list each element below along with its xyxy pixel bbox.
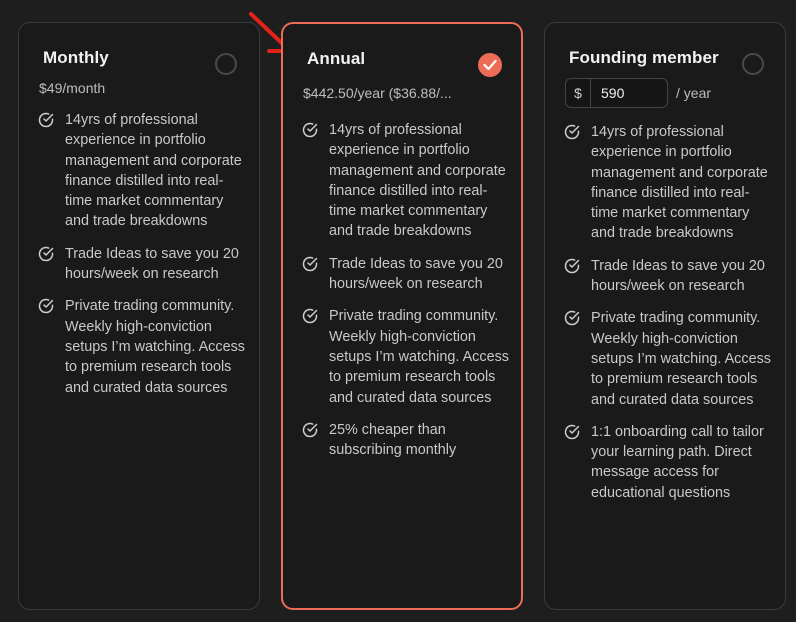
checkmark-icon (483, 59, 497, 71)
feature-item: 14yrs of professional experience in port… (563, 122, 775, 244)
check-circle-icon (302, 122, 318, 138)
feature-text: Private trading community. Weekly high-c… (329, 308, 509, 406)
check-circle-icon (564, 424, 580, 440)
plan-card-annual[interactable]: Annual $442.50/year ($36.88/... 14yrs of… (281, 22, 523, 610)
pricing-plans: Monthly $49/month 14yrs of professional … (0, 0, 796, 622)
check-circle-icon (38, 299, 54, 314)
feature-item: Trade Ideas to save you 20 hours/week on… (301, 254, 511, 295)
feature-item: 1:1 onboarding call to tailor your learn… (563, 422, 775, 503)
feature-item: Private trading community. Weekly high-c… (301, 306, 511, 407)
feature-item: Trade Ideas to save you 20 hours/week on… (37, 244, 249, 285)
feature-list: 14yrs of professional experience in port… (37, 110, 249, 410)
check-circle-icon (564, 258, 580, 274)
feature-item: 14yrs of professional experience in port… (37, 110, 249, 232)
plan-card-founding[interactable]: Founding member $ / year 14yrs of profes… (544, 22, 786, 610)
plan-price: $49/month (39, 80, 106, 96)
custom-price-row: $ / year (565, 78, 711, 108)
check-circle-icon (302, 309, 318, 324)
feature-text: 1:1 onboarding call to tailor your learn… (591, 423, 764, 501)
feature-text: Private trading community. Weekly high-c… (591, 310, 771, 408)
check-circle-icon (564, 311, 580, 326)
feature-list: 14yrs of professional experience in port… (563, 122, 775, 515)
check-circle-icon (38, 246, 54, 262)
feature-item: Private trading community. Weekly high-c… (37, 296, 249, 397)
plan-radio-founding[interactable] (742, 53, 764, 75)
feature-text: Trade Ideas to save you 20 hours/week on… (329, 255, 503, 293)
feature-text: Private trading community. Weekly high-c… (65, 298, 245, 396)
feature-text: Trade Ideas to save you 20 hours/week on… (591, 257, 765, 295)
check-circle-icon (302, 422, 318, 438)
feature-text: 14yrs of professional experience in port… (591, 124, 768, 242)
feature-list: 14yrs of professional experience in port… (301, 120, 511, 472)
plan-radio-annual[interactable] (478, 53, 502, 77)
plan-radio-monthly[interactable] (215, 53, 237, 75)
feature-text: Trade Ideas to save you 20 hours/week on… (65, 245, 239, 283)
price-input[interactable] (591, 80, 667, 106)
feature-text: 14yrs of professional experience in port… (329, 122, 506, 240)
feature-item: Trade Ideas to save you 20 hours/week on… (563, 256, 775, 297)
plan-price: $442.50/year ($36.88/... (303, 85, 452, 101)
currency-symbol: $ (566, 79, 591, 107)
plan-title: Monthly (43, 48, 109, 67)
feature-text: 25% cheaper than subscribing monthly (329, 421, 457, 459)
plan-title: Founding member (569, 48, 719, 67)
check-circle-icon (38, 112, 54, 128)
check-circle-icon (302, 256, 318, 272)
plan-card-monthly[interactable]: Monthly $49/month 14yrs of professional … (18, 22, 260, 610)
price-period: / year (676, 85, 712, 101)
plan-title: Annual (307, 49, 366, 68)
feature-text: 14yrs of professional experience in port… (65, 112, 242, 230)
feature-item: Private trading community. Weekly high-c… (563, 308, 775, 409)
feature-item: 25% cheaper than subscribing monthly (301, 420, 511, 461)
feature-item: 14yrs of professional experience in port… (301, 120, 511, 242)
price-input-group: $ (565, 78, 668, 108)
check-circle-icon (564, 124, 580, 140)
